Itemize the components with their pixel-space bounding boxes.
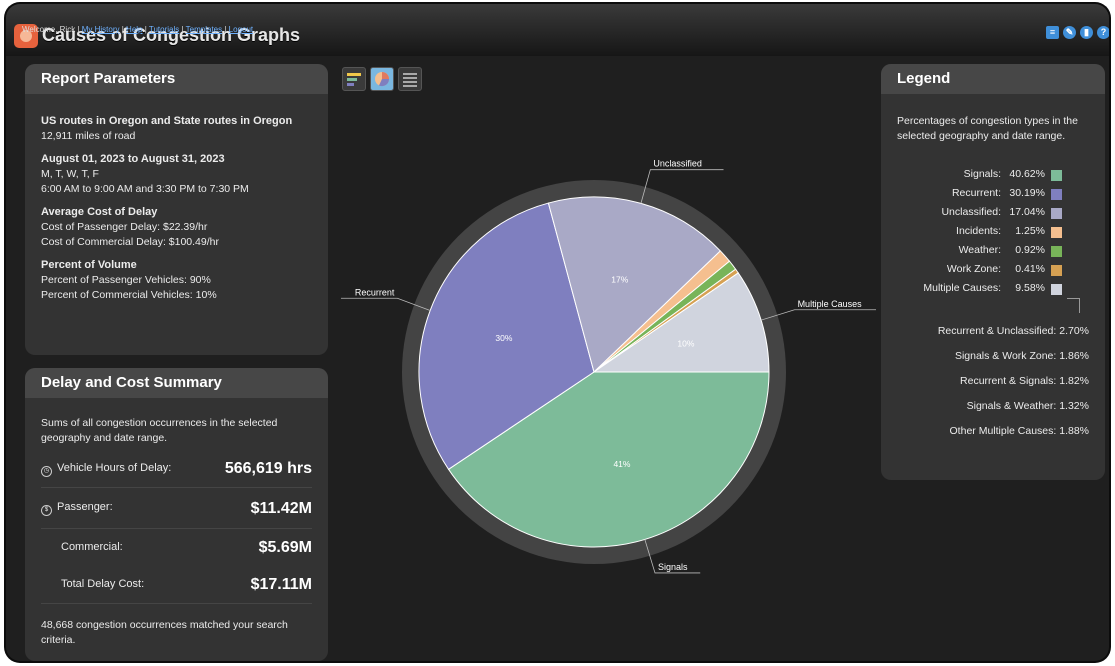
legend-swatch-weather [1051,246,1062,257]
pie-label-recurrent: 30% [495,333,512,343]
multiple-cause-item: Recurrent & Unclassified: 2.70% [937,325,1089,337]
legend-value-weather: 0.92% [1015,244,1045,256]
passenger-row: $ Passenger: $11.42M [41,488,312,529]
commercial-row: Commercial: $5.69M [41,529,312,566]
legend-value-unclassified: 17.04% [1009,206,1045,218]
bar-chart-view-button[interactable] [342,67,366,91]
legend-value-signals: 40.62% [1009,168,1045,180]
legend-label-signals: Signals: [963,168,1001,180]
pie-callout-multiple-causes: Multiple Causes [798,299,863,309]
commercial-value: $5.69M [258,539,312,556]
date-range-text: August 01, 2023 to August 31, 2023 [41,153,225,165]
cost-heading: Average Cost of Delay [41,206,158,218]
summary-description: Sums of all congestion occurrences in th… [41,417,278,444]
passenger-label: Passenger: [57,501,113,513]
pie-label-unclassified: 17% [611,274,628,284]
total-cost-value: $17.11M [250,576,312,593]
table-icon [403,73,417,87]
bar-chart-icon [347,73,361,86]
vehicle-hours-value: 566,619 hrs [224,460,312,477]
delay-summary-title: Delay and Cost Summary [25,368,328,398]
commercial-cost-text: Cost of Commercial Delay: $100.49/hr [41,236,219,248]
delay-summary-panel: Delay and Cost Summary Sums of all conge… [25,368,328,661]
multiple-cause-item: Signals & Weather: 1.32% [966,400,1089,412]
multiple-cause-item: Signals & Work Zone: 1.86% [954,350,1089,362]
legend-value-recurrent: 30.19% [1009,187,1045,199]
report-parameters-panel: Report Parameters US routes in Oregon an… [25,64,328,355]
save-icon[interactable]: ≡ [1046,26,1059,39]
pie-chart-icon [375,72,390,87]
report-parameters-title: Report Parameters [25,64,328,94]
help-icon[interactable]: ? [1097,26,1109,39]
legend-swatch-work-zone [1051,265,1062,276]
vehicle-hours-label: Vehicle Hours of Delay: [57,461,172,474]
commercial-label: Commercial: [61,541,123,553]
templates-link[interactable]: Templates [186,25,222,34]
pie-label-multiple-causes: 10% [677,338,694,348]
chart-view-toolbar [342,67,422,93]
pie-callout-signals: Signals [658,562,688,572]
legend-description: Percentages of congestion types in the s… [897,115,1078,142]
welcome-text: Welcome, Rick | [22,25,80,34]
pie-chart: 41% Signals 30% Recurrent 17% Unclassified 10%… [340,159,876,574]
legend-title: Legend [881,64,1105,94]
passenger-value: $11.42M [250,499,312,517]
passenger-cost-text: Cost of Passenger Delay: $22.39/hr [41,221,208,233]
total-cost-label: Total Delay Cost: [61,578,145,590]
legend-panel: Legend Percentages of congestion types i… [881,64,1105,480]
app-window: Causes of Congestion Graphs Welcome, Ric… [6,4,1109,661]
pie-callout-recurrent: Recurrent [355,287,395,297]
legend-swatch-unclassified [1051,208,1062,219]
vehicle-hours-row: ◷ Vehicle Hours of Delay: 566,619 hrs [41,450,312,488]
legend-label-incidents: Incidents: [956,225,1001,237]
table-view-button[interactable] [398,67,422,91]
clock-icon: ◷ [41,465,52,477]
pie-callout-unclassified: Unclassified [653,159,702,169]
legend-swatch-incidents [1051,227,1062,238]
commercial-volume-text: Percent of Commercial Vehicles: 10% [41,289,217,301]
pie-label-signals: 41% [613,459,630,469]
days-text: M, T, W, T, F [41,168,99,180]
legend-value-multiple-causes: 9.58% [1015,282,1045,294]
logout-link[interactable]: Logout [229,25,253,34]
help-link[interactable]: Help [126,25,142,34]
legend-swatch-multiple-causes [1051,284,1062,295]
pie-chart-view-button[interactable] [370,67,394,91]
my-history-link[interactable]: My History [82,25,120,34]
dollar-icon: $ [41,505,52,516]
legend-value-incidents: 1.25% [1015,225,1045,237]
multiple-cause-item: Recurrent & Signals: 1.82% [960,375,1089,387]
total-cost-row: Total Delay Cost: $17.11M [41,566,312,604]
tutorials-link[interactable]: Tutorials [149,25,179,34]
legend-label-unclassified: Unclassified: [941,206,1001,218]
occurrences-text: 48,668 congestion occurrences matched yo… [41,619,288,646]
miles-text: 12,911 miles of road [41,130,136,142]
legend-swatch-recurrent [1051,189,1062,200]
multiple-causes-bracket [1067,298,1080,313]
legend-value-work-zone: 0.41% [1015,263,1045,275]
legend-label-multiple-causes: Multiple Causes: [923,282,1001,294]
legend-label-recurrent: Recurrent: [951,187,1001,199]
edit-icon[interactable]: ✎ [1063,26,1076,39]
export-icon[interactable]: ▮ [1080,26,1093,39]
times-text: 6:00 AM to 9:00 AM and 3:30 PM to 7:30 P… [41,183,249,195]
title-bar: Causes of Congestion Graphs Welcome, Ric… [6,4,1109,56]
volume-heading: Percent of Volume [41,259,137,271]
routes-text: US routes in Oregon and State routes in … [41,115,293,127]
legend-swatch-signals [1051,170,1062,181]
multiple-cause-item: Other Multiple Causes: 1.88% [949,425,1089,437]
passenger-volume-text: Percent of Passenger Vehicles: 90% [41,274,211,286]
legend-label-weather: Weather: [958,244,1001,256]
welcome-bar: Welcome, Rick | My History | Help | Tuto… [22,25,254,34]
legend-label-work-zone: Work Zone: [946,263,1001,275]
